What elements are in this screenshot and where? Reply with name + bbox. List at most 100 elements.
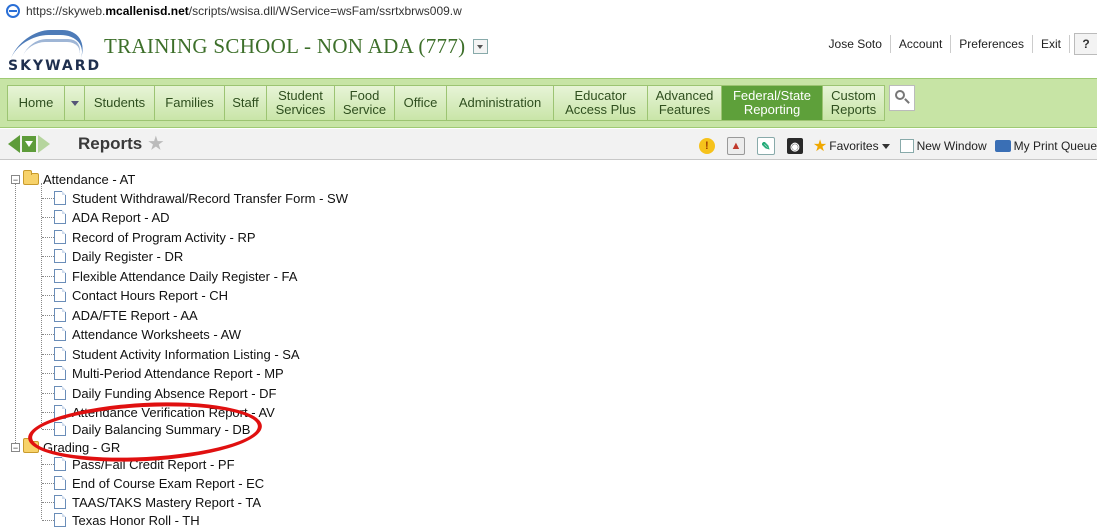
nav-families[interactable]: Families bbox=[155, 85, 225, 121]
report-item-label: Flexible Attendance Daily Register - FA bbox=[72, 268, 298, 284]
nav-home-label: Home bbox=[18, 95, 54, 110]
nav-administration[interactable]: Administration bbox=[447, 85, 554, 121]
report-item-sa[interactable]: Student Activity Information Listing - S… bbox=[54, 345, 300, 363]
report-item-label: Multi-Period Attendance Report - MP bbox=[72, 365, 284, 381]
document-icon bbox=[54, 230, 66, 244]
collapse-icon[interactable]: − bbox=[11, 442, 20, 452]
report-item-rp[interactable]: Record of Program Activity - RP bbox=[54, 228, 256, 246]
caret-down-icon bbox=[70, 100, 79, 106]
report-item-label: Student Activity Information Listing - S… bbox=[72, 346, 300, 362]
nav-student-services[interactable]: Student Services bbox=[267, 85, 335, 121]
header: SKYWARD TRAINING SCHOOL - NON ADA (777) … bbox=[0, 22, 1097, 76]
new-window-label: New Window bbox=[916, 139, 987, 153]
report-item-df[interactable]: Daily Funding Absence Report - DF bbox=[54, 384, 276, 402]
alert-icon[interactable]: ! bbox=[698, 138, 715, 154]
nav-food-service[interactable]: Food Service bbox=[335, 85, 395, 121]
report-item-label: Pass/Fail Credit Report - PF bbox=[72, 456, 235, 472]
report-item-sw[interactable]: Student Withdrawal/Record Transfer Form … bbox=[54, 189, 348, 207]
report-item-db[interactable]: Daily Balancing Summary - DB bbox=[54, 420, 250, 438]
account-link[interactable]: Account bbox=[891, 35, 952, 53]
nav-staff[interactable]: Staff bbox=[225, 85, 267, 121]
logo-text: SKYWARD bbox=[8, 58, 102, 74]
exit-link[interactable]: Exit bbox=[1033, 35, 1070, 53]
report-item-av[interactable]: Attendance Verification Report - AV bbox=[54, 403, 275, 421]
school-name: TRAINING SCHOOL - NON ADA (777) bbox=[104, 34, 466, 58]
page-title: Reports ★ bbox=[78, 134, 163, 154]
report-item-label: Daily Register - DR bbox=[72, 248, 184, 264]
tree-group-attendance[interactable]: − Attendance - AT bbox=[11, 170, 135, 188]
document-icon bbox=[54, 269, 66, 283]
page-title-text: Reports bbox=[78, 134, 143, 153]
star-icon: ★ bbox=[812, 138, 828, 155]
school-selector[interactable]: TRAINING SCHOOL - NON ADA (777) bbox=[104, 34, 489, 59]
document-icon bbox=[54, 210, 66, 224]
toolbar-actions: ! ▲ ✎ ◉ ★ Favorites New Window My Print … bbox=[687, 136, 1097, 156]
back-arrow-icon[interactable] bbox=[8, 135, 20, 153]
main-nav: Home Students Families Staff Student Ser… bbox=[0, 78, 1097, 128]
camera-icon[interactable]: ◉ bbox=[786, 138, 803, 154]
nav-advanced-features[interactable]: Advanced Features bbox=[648, 85, 722, 121]
document-icon bbox=[54, 422, 66, 436]
nav-federal-state-reporting[interactable]: Federal/State Reporting bbox=[722, 85, 823, 121]
tree-group-label: Attendance - AT bbox=[43, 171, 136, 187]
history-dropdown-icon[interactable] bbox=[22, 136, 36, 152]
collapse-icon[interactable]: − bbox=[11, 174, 20, 184]
document-icon bbox=[54, 249, 66, 263]
navigation-arrows bbox=[8, 135, 50, 153]
nav-home[interactable]: Home bbox=[7, 85, 65, 121]
nav-office[interactable]: Office bbox=[395, 85, 447, 121]
report-item-ec[interactable]: End of Course Exam Report - EC bbox=[54, 474, 264, 492]
reports-toolbar: Reports ★ ! ▲ ✎ ◉ ★ Favorites New Window… bbox=[0, 129, 1097, 160]
new-window-button[interactable]: New Window bbox=[899, 139, 987, 153]
report-item-ta[interactable]: TAAS/TAKS Mastery Report - TA bbox=[54, 493, 261, 511]
printer-icon bbox=[994, 140, 1011, 152]
report-item-th[interactable]: Texas Honor Roll - TH bbox=[54, 511, 200, 529]
browser-icon bbox=[6, 4, 20, 18]
document-icon bbox=[54, 495, 66, 509]
nav-custom-reports[interactable]: Custom Reports bbox=[823, 85, 885, 121]
user-name-link[interactable]: Jose Soto bbox=[821, 35, 891, 53]
report-item-fa[interactable]: Flexible Attendance Daily Register - FA bbox=[54, 267, 297, 285]
nav-students[interactable]: Students bbox=[85, 85, 155, 121]
reports-tree: − Attendance - AT Student Withdrawal/Rec… bbox=[0, 170, 1097, 528]
chart-icon[interactable]: ▲ bbox=[726, 137, 745, 155]
help-button[interactable]: ? bbox=[1074, 33, 1097, 55]
nav-educator-access-plus[interactable]: Educator Access Plus bbox=[554, 85, 648, 121]
document-icon bbox=[54, 386, 66, 400]
report-item-label: Daily Balancing Summary - DB bbox=[72, 421, 251, 437]
report-item-label: ADA Report - AD bbox=[72, 209, 170, 225]
report-item-label: Student Withdrawal/Record Transfer Form … bbox=[72, 190, 348, 206]
favorite-star-icon[interactable]: ★ bbox=[148, 134, 163, 154]
document-icon bbox=[54, 347, 66, 361]
report-item-label: TAAS/TAKS Mastery Report - TA bbox=[72, 494, 262, 510]
document-icon bbox=[54, 366, 66, 380]
new-window-icon bbox=[899, 139, 914, 153]
report-item-dr[interactable]: Daily Register - DR bbox=[54, 247, 183, 265]
report-item-ad[interactable]: ADA Report - AD bbox=[54, 208, 170, 226]
report-item-pf[interactable]: Pass/Fail Credit Report - PF bbox=[54, 455, 235, 473]
url-path: /scripts/wsisa.dll/WService=wsFam/ssrtxb… bbox=[188, 4, 462, 18]
report-item-label: Texas Honor Roll - TH bbox=[72, 512, 200, 528]
search-icon[interactable] bbox=[889, 85, 915, 111]
address-bar[interactable]: https://skyweb. mcallenisd.net/scripts/ws… bbox=[0, 0, 1097, 22]
tree-group-grading[interactable]: − Grading - GR bbox=[11, 438, 120, 456]
report-item-aw[interactable]: Attendance Worksheets - AW bbox=[54, 325, 241, 343]
document-icon bbox=[54, 288, 66, 302]
favorites-menu[interactable]: ★ Favorites bbox=[813, 136, 890, 156]
document-icon bbox=[54, 476, 66, 490]
preferences-link[interactable]: Preferences bbox=[951, 35, 1033, 53]
report-item-label: Record of Program Activity - RP bbox=[72, 229, 256, 245]
report-item-ch[interactable]: Contact Hours Report - CH bbox=[54, 286, 228, 304]
nav-home-dropdown[interactable] bbox=[65, 85, 85, 121]
tree-group-label: Grading - GR bbox=[43, 439, 121, 455]
report-item-aa[interactable]: ADA/FTE Report - AA bbox=[54, 306, 198, 324]
report-item-label: Daily Funding Absence Report - DF bbox=[72, 385, 277, 401]
folder-icon bbox=[23, 438, 39, 453]
report-item-mp[interactable]: Multi-Period Attendance Report - MP bbox=[54, 364, 284, 382]
print-queue-button[interactable]: My Print Queue bbox=[994, 139, 1097, 153]
url-domain: mcallenisd.net bbox=[105, 4, 189, 18]
chevron-down-icon[interactable] bbox=[473, 39, 489, 54]
notes-icon[interactable]: ✎ bbox=[756, 137, 775, 155]
report-item-label: End of Course Exam Report - EC bbox=[72, 475, 265, 491]
forward-arrow-icon[interactable] bbox=[38, 135, 50, 153]
